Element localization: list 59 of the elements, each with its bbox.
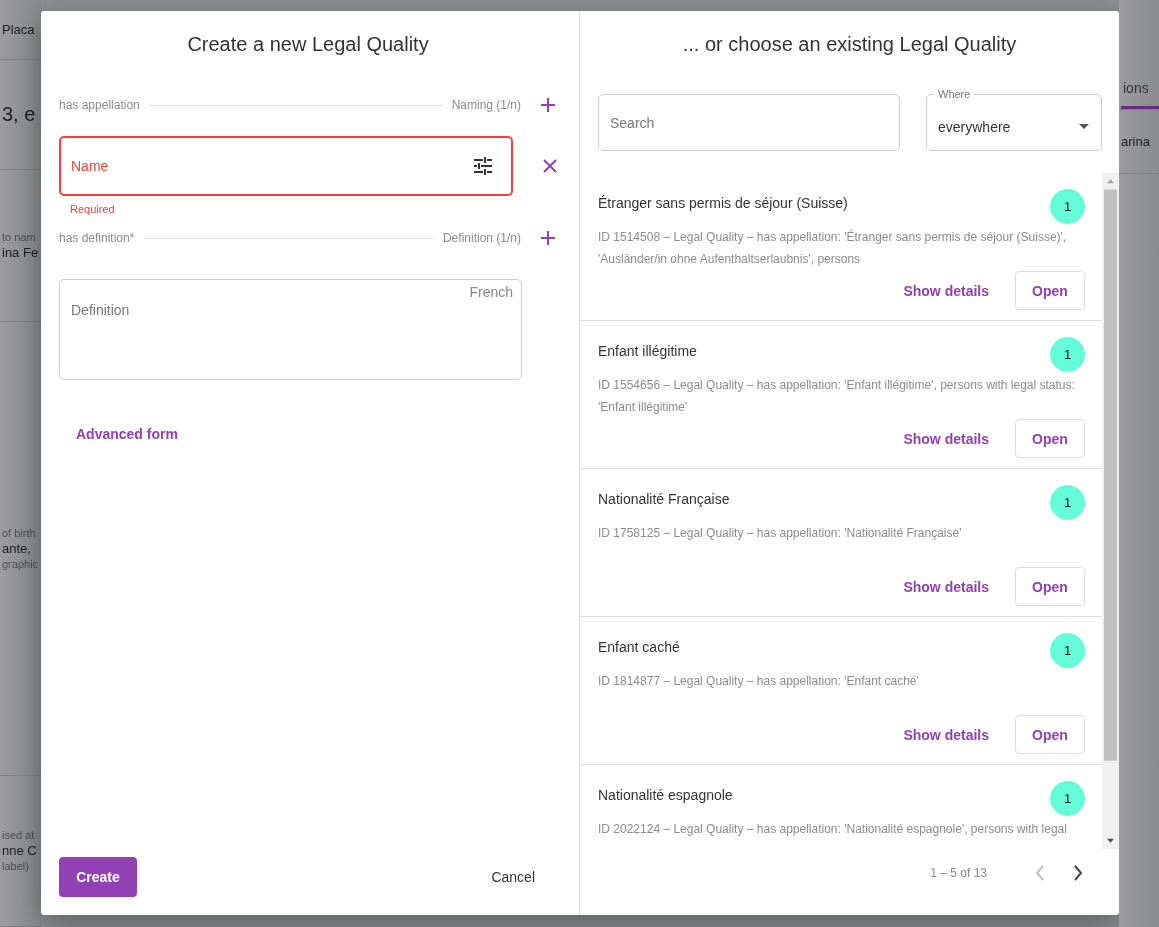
close-icon[interactable] [543, 159, 557, 173]
background-text: ante, [2, 540, 32, 556]
field-label: has definition* [59, 231, 135, 245]
background-text: nne C [2, 843, 38, 859]
dropdown-caret-icon [1079, 124, 1089, 129]
count-badge: 1 [1050, 189, 1085, 224]
chevron-right-icon [1073, 865, 1083, 881]
show-details-button[interactable]: Show details [903, 578, 989, 595]
name-field[interactable]: Name [59, 136, 513, 196]
add-button[interactable] [539, 229, 557, 247]
result-description: ID 1554656 – Legal Quality – has appellation: 'Enfant illégitime', persons with legal status: 'Enfant illégitime' [598, 377, 1076, 416]
result-title: Étranger sans permis de séjour (Suisse) [598, 195, 848, 211]
result-description: ID 1758125 – Legal Quality – has appellation: 'Nationalité Française' [598, 525, 963, 542]
result-description: ID 1814877 – Legal Quality – has appellation: 'Enfant caché' [598, 673, 920, 690]
open-button[interactable]: Open [1015, 271, 1085, 310]
count-badge: 1 [1050, 485, 1085, 520]
language-label: French [469, 284, 513, 300]
chevron-left-icon [1035, 865, 1045, 881]
count-badge: 1 [1050, 633, 1085, 668]
result-title: Enfant caché [598, 639, 680, 655]
result-title: Nationalité Française [598, 491, 730, 507]
field-label: has appellation [59, 98, 140, 112]
result-title: Nationalité espagnole [598, 787, 733, 803]
show-details-button[interactable]: Show details [903, 726, 989, 743]
background-text: of birth [2, 526, 37, 539]
result-description: ID 2022124 – Legal Quality – has appellation: 'Nationalité espagnole', persons with legal [598, 821, 1068, 838]
search-field[interactable]: Search [598, 94, 900, 151]
dialog-title: Create a new Legal Quality [186, 33, 430, 56]
show-details-button[interactable]: Show details [903, 430, 989, 447]
dialog-title: ... or choose an existing Legal Quality [681, 33, 1018, 56]
result-description: ID 1514508 – Legal Quality – has appellation: 'Étranger sans permis de séjour (Suisse)', 'Ausländer/in ohne Aufenthaltserlaubnis', persons [598, 228, 1068, 268]
background-text: ina Fe [2, 244, 40, 260]
cancel-button[interactable]: Cancel [469, 859, 557, 895]
background-text: label) [2, 860, 30, 873]
result-title: Enfant illégitime [598, 343, 697, 359]
pagination-range: 1 – 5 of 13 [930, 866, 987, 880]
field-type-label: Definition (1/n) [442, 231, 521, 245]
field-type-label: Naming (1/n) [451, 98, 521, 112]
background-text: arina [1121, 134, 1151, 149]
count-badge: 1 [1050, 337, 1085, 372]
background-text: to nam [2, 230, 37, 243]
scrollbar[interactable] [1102, 173, 1119, 849]
create-button[interactable]: Create [59, 857, 137, 897]
plus-icon [541, 231, 555, 245]
background-text: ised at [2, 829, 36, 842]
count-badge: 1 [1050, 781, 1085, 816]
show-details-button[interactable]: Show details [903, 282, 989, 299]
background-text: graphic [2, 557, 40, 570]
settings-icon[interactable] [473, 156, 493, 176]
plus-icon [541, 98, 555, 112]
advanced-form-link[interactable]: Advanced form [76, 426, 178, 442]
open-button[interactable]: Open [1015, 715, 1085, 754]
open-button[interactable]: Open [1015, 419, 1085, 458]
definition-field[interactable]: Definition French [59, 279, 522, 380]
background-text: Placa [2, 21, 36, 37]
open-button[interactable]: Open [1015, 567, 1085, 606]
background-text: 3, e [2, 103, 37, 126]
add-button[interactable] [539, 96, 557, 114]
error-message: Required [70, 203, 116, 215]
